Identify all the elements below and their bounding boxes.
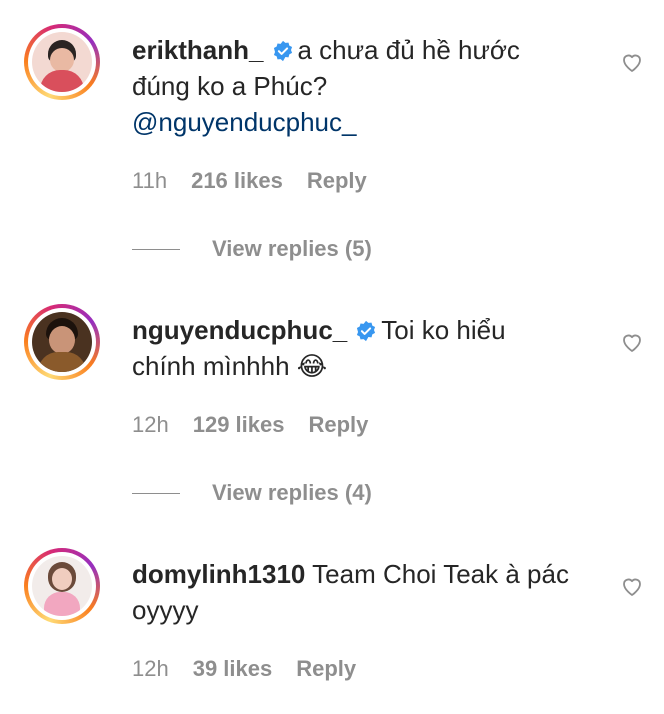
heart-outline-icon[interactable] <box>620 574 644 598</box>
avatar-ring[interactable] <box>24 548 100 624</box>
heart-outline-icon[interactable] <box>620 330 644 354</box>
verified-badge-icon <box>357 320 376 342</box>
view-replies-button[interactable]: View replies (4) <box>132 480 372 506</box>
heart-outline-icon[interactable] <box>620 50 644 74</box>
avatar <box>32 556 92 616</box>
likes-count[interactable]: 39 likes <box>193 656 273 681</box>
divider-line <box>132 492 180 494</box>
likes-count[interactable]: 216 likes <box>191 168 283 193</box>
mention-link[interactable]: @nguyenducphuc_ <box>132 107 356 137</box>
timestamp: 12h <box>132 412 169 437</box>
comment-meta: 12h 129 likes Reply <box>132 412 392 438</box>
verified-badge-icon <box>273 40 292 62</box>
divider-line <box>132 248 180 250</box>
comment-text: nguyenducphuc_ Toi ko hiểu chính mìnhhh 😂 <box>132 312 572 384</box>
reply-button[interactable]: Reply <box>307 168 367 193</box>
avatar-ring[interactable] <box>24 304 100 380</box>
timestamp: 12h <box>132 656 169 681</box>
view-replies-label: View replies (5) <box>212 236 372 261</box>
comment-meta: 12h 39 likes Reply <box>132 656 380 682</box>
view-replies-label: View replies (4) <box>212 480 372 505</box>
username[interactable]: nguyenducphuc_ <box>132 315 347 345</box>
comment-meta: 11h 216 likes Reply <box>132 168 391 194</box>
reply-button[interactable]: Reply <box>308 412 368 437</box>
view-replies-button[interactable]: View replies (5) <box>132 236 372 262</box>
likes-count[interactable]: 129 likes <box>193 412 285 437</box>
reply-button[interactable]: Reply <box>296 656 356 681</box>
username[interactable]: domylinh1310 <box>132 559 305 589</box>
username[interactable]: erikthanh_ <box>132 35 264 65</box>
comment-text: erikthanh_ a chưa đủ hề hước đúng ko a Ph… <box>132 32 572 140</box>
timestamp: 11h <box>132 168 168 193</box>
avatar <box>32 312 92 372</box>
avatar <box>32 32 92 92</box>
avatar-ring[interactable] <box>24 24 100 100</box>
comment-text: domylinh1310 Team Choi Teak à pác oyyyy <box>132 556 572 628</box>
